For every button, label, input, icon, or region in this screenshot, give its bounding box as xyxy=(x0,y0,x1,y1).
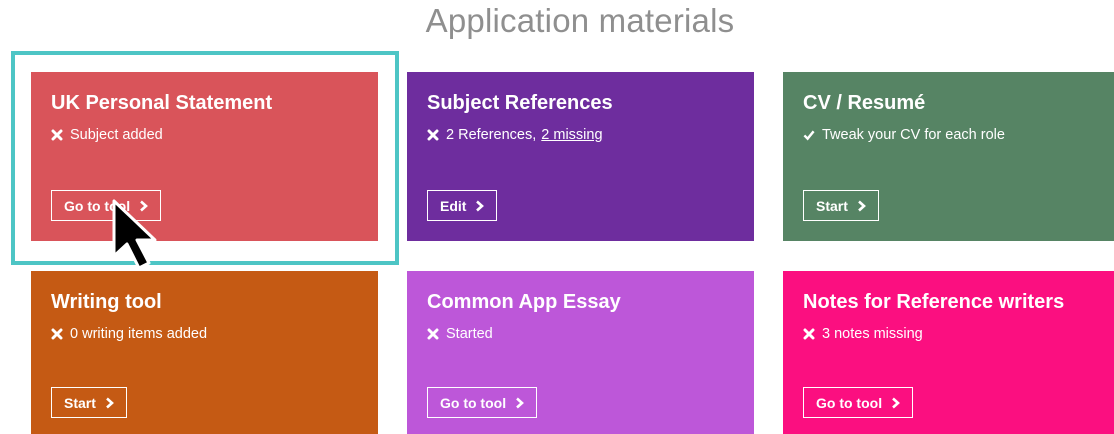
button-label: Start xyxy=(64,394,96,411)
card-title: CV / Resumé xyxy=(803,92,926,114)
cross-icon xyxy=(427,328,439,340)
card-title: Subject References xyxy=(427,92,613,114)
check-icon xyxy=(803,129,815,141)
card-notes-for-reference-writers: Notes for Reference writers 3 notes miss… xyxy=(783,271,1114,434)
chevron-right-icon xyxy=(515,397,525,409)
button-label: Go to tool xyxy=(440,394,507,411)
card-status: 0 writing items added xyxy=(51,326,207,342)
card-status: Subject added xyxy=(51,127,163,143)
card-writing-tool: Writing tool 0 writing items added Start xyxy=(31,271,378,434)
status-text: Started xyxy=(446,326,493,342)
cross-icon xyxy=(51,129,63,141)
cross-icon xyxy=(427,129,439,141)
card-subject-references: Subject References 2 References, 2 missin… xyxy=(407,72,754,241)
missing-references-link[interactable]: 2 missing xyxy=(541,127,602,143)
chevron-right-icon xyxy=(857,200,866,212)
go-to-tool-button[interactable]: Go to tool xyxy=(427,387,538,418)
chevron-right-icon xyxy=(105,397,114,409)
card-title: Notes for Reference writers xyxy=(803,291,1065,313)
status-text: Subject added xyxy=(70,127,163,143)
status-text: 2 References, xyxy=(446,127,537,143)
edit-button[interactable]: Edit xyxy=(427,190,498,221)
card-title: UK Personal Statement xyxy=(51,92,273,114)
card-title: Common App Essay xyxy=(427,291,621,313)
start-button[interactable]: Start xyxy=(803,190,879,221)
card-common-app-essay: Common App Essay Started Go to tool xyxy=(407,271,754,434)
card-uk-personal-statement: UK Personal Statement Subject added Go t… xyxy=(31,72,378,241)
button-label: Start xyxy=(816,197,848,214)
card-cv-resume: CV / Resumé Tweak your CV for each role … xyxy=(783,72,1114,241)
status-text: 3 notes missing xyxy=(822,326,923,342)
cross-icon xyxy=(51,328,63,340)
start-button[interactable]: Start xyxy=(51,387,127,418)
card-title: Writing tool xyxy=(51,291,162,313)
button-label: Go to tool xyxy=(64,197,131,214)
button-label: Edit xyxy=(440,197,467,214)
card-status: Tweak your CV for each role xyxy=(803,127,1005,143)
chevron-right-icon xyxy=(891,397,901,409)
card-status: Started xyxy=(427,326,493,342)
chevron-right-icon xyxy=(139,200,149,212)
go-to-tool-button[interactable]: Go to tool xyxy=(803,387,914,418)
page-title: Application materials xyxy=(425,2,735,39)
button-label: Go to tool xyxy=(816,394,883,411)
card-status: 3 notes missing xyxy=(803,326,923,342)
card-status: 2 References, 2 missing xyxy=(427,127,603,143)
status-text: Tweak your CV for each role xyxy=(822,127,1005,143)
cross-icon xyxy=(803,328,815,340)
go-to-tool-button[interactable]: Go to tool xyxy=(51,190,162,221)
chevron-right-icon xyxy=(475,200,485,212)
status-text: 0 writing items added xyxy=(70,326,208,342)
